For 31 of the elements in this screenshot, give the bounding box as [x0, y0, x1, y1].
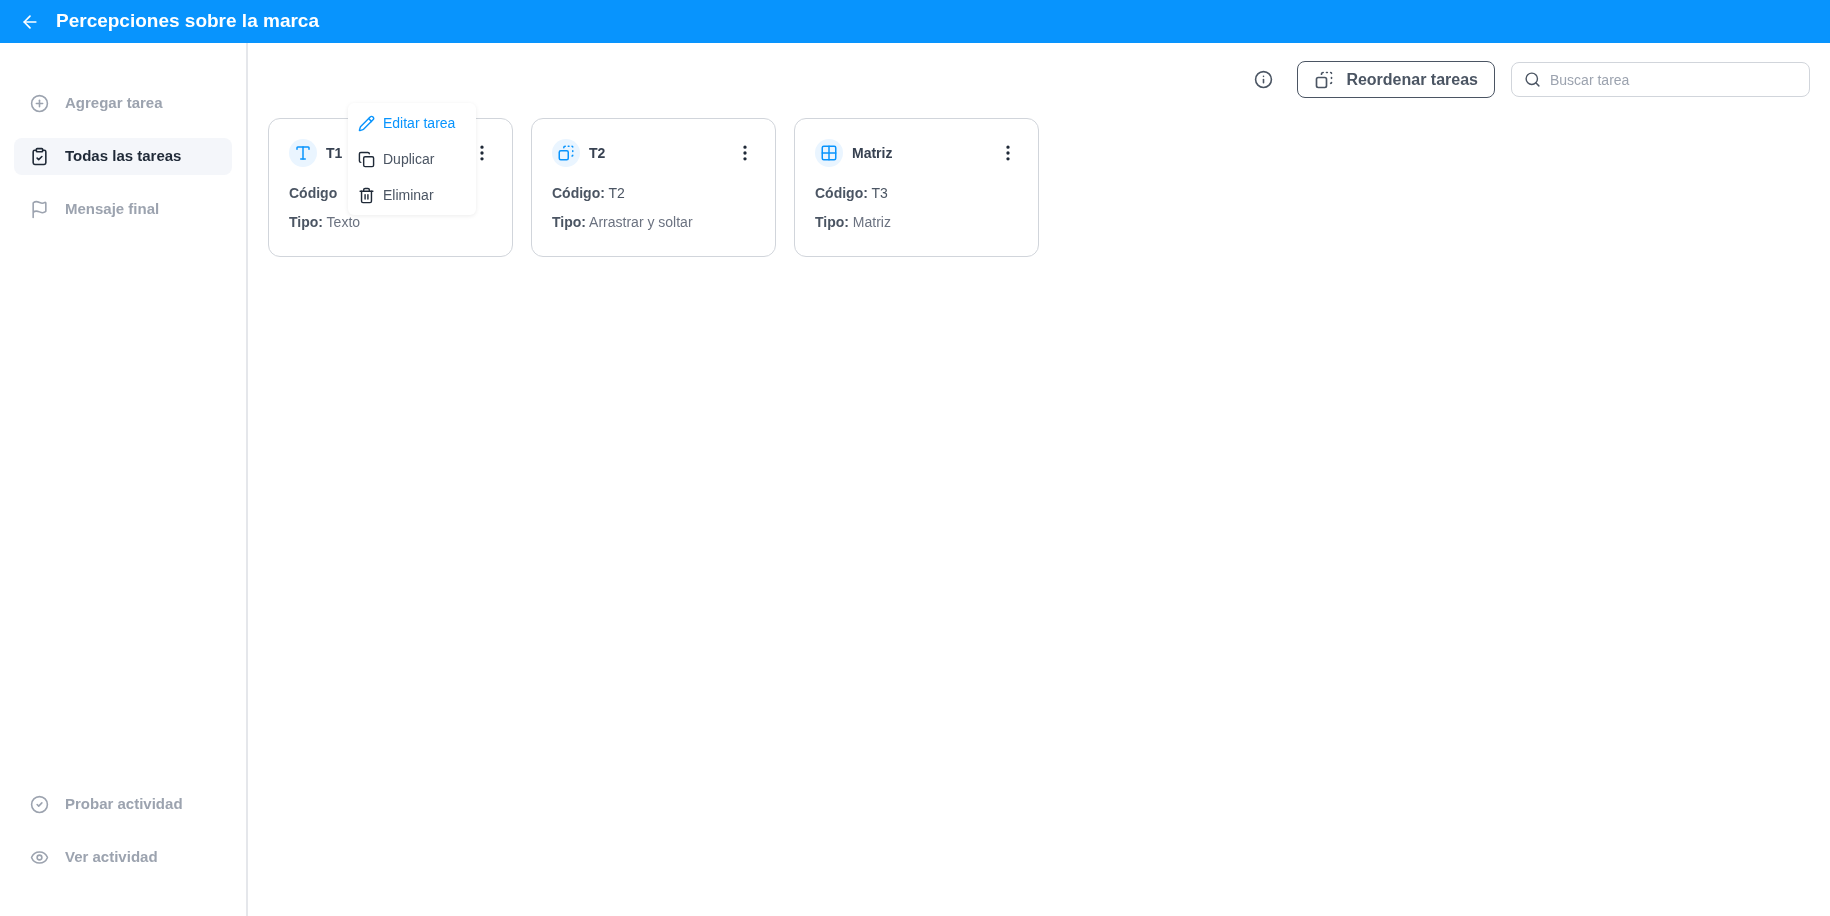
page-title: Percepciones sobre la marca: [56, 9, 319, 34]
dashed-squares-icon: [1314, 69, 1335, 90]
task-card[interactable]: T2 Código: T2 Tipo: Arrastrar y soltar: [531, 118, 776, 257]
task-title: T1: [326, 143, 343, 163]
task-card[interactable]: Matriz Código: T3 Tipo: Matriz: [794, 118, 1039, 257]
clipboard-check-icon: [30, 147, 49, 166]
search-icon: [1524, 71, 1541, 88]
task-title: T2: [589, 143, 606, 163]
flag-icon: [30, 200, 49, 219]
task-type: Tipo: Texto: [289, 213, 361, 232]
copy-icon: [358, 150, 375, 168]
dashed-squares-icon: [557, 144, 575, 162]
task-type: Tipo: Arrastrar y soltar: [552, 213, 693, 232]
menu-item[interactable]: Duplicar: [348, 141, 476, 177]
task-type: Tipo: Matriz: [815, 213, 891, 232]
task-title: Matriz: [852, 143, 893, 163]
table-icon: [820, 144, 838, 162]
task-code: Código: [289, 184, 338, 203]
plus-circle-icon: [30, 94, 49, 113]
search-field[interactable]: Buscar tarea: [1511, 62, 1810, 97]
sidebar-item[interactable]: Todas las tareas: [14, 138, 232, 175]
check-circle-icon: [30, 795, 49, 814]
menu-item[interactable]: Eliminar: [348, 177, 476, 213]
info-icon[interactable]: [1254, 70, 1274, 89]
reorder-button[interactable]: Reordenar tareas: [1297, 61, 1495, 98]
trash-icon: [358, 186, 375, 204]
task-code: Código: T2: [552, 184, 625, 203]
text-icon: [294, 144, 312, 162]
pencil-icon: [358, 114, 375, 132]
task-code: Código: T3: [815, 184, 888, 203]
eye-icon: [30, 848, 49, 867]
